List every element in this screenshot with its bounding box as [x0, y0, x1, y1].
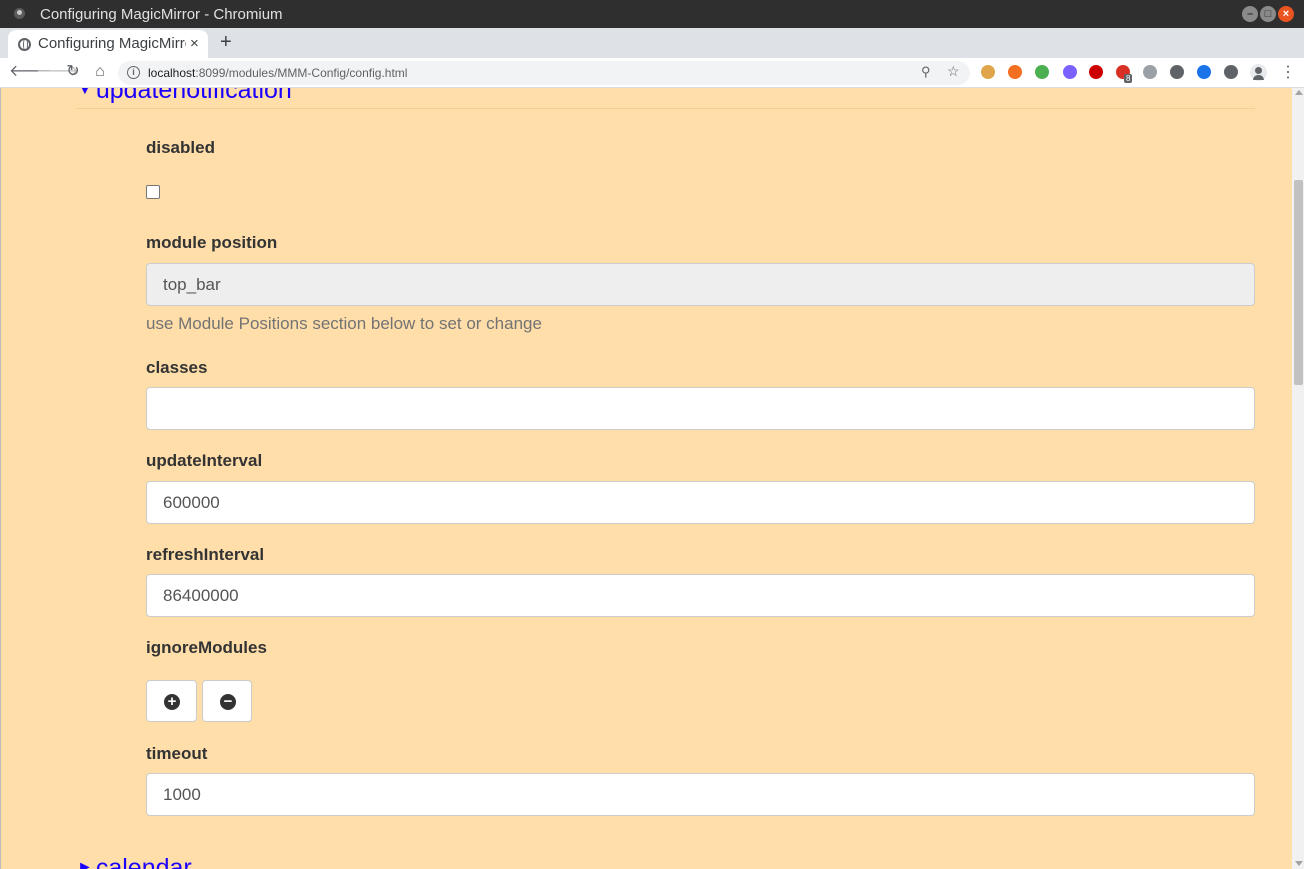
- moon-extension-icon[interactable]: [1170, 65, 1184, 79]
- browser-menu-icon[interactable]: ⋮: [1280, 62, 1296, 82]
- home-button[interactable]: ⌂: [90, 62, 110, 82]
- add-item-button[interactable]: +: [146, 680, 197, 722]
- disabled-checkbox[interactable]: [146, 185, 160, 199]
- ignore-modules-label: ignoreModules: [146, 638, 267, 657]
- classes-label: classes: [146, 358, 208, 377]
- update-interval-label: updateInterval: [146, 451, 263, 470]
- section-divider: [77, 108, 1255, 109]
- back-button[interactable]: 🡐: [9, 62, 52, 82]
- tab-close-button[interactable]: ×: [190, 35, 199, 52]
- site-info-icon[interactable]: i: [127, 66, 140, 79]
- minus-circle-icon: −: [220, 694, 236, 710]
- bookmark-star-icon[interactable]: ☆: [947, 63, 960, 80]
- page-viewport: ▼ updatenotification disabled module posi…: [0, 88, 1304, 869]
- page-scrollbar[interactable]: [1292, 88, 1304, 869]
- disabled-label: disabled: [146, 138, 215, 157]
- refresh-interval-input[interactable]: [146, 574, 1255, 617]
- classes-input[interactable]: [146, 387, 1255, 430]
- zoom-icon[interactable]: ⚲: [921, 64, 931, 80]
- app-menu-icon[interactable]: [14, 8, 25, 19]
- remove-item-button[interactable]: −: [202, 680, 252, 722]
- scrollbar-thumb[interactable]: [1294, 180, 1303, 385]
- url-text: localhost:8099/modules/MMM-Config/config…: [148, 66, 408, 80]
- chrome-extension-icon[interactable]: [1035, 65, 1049, 79]
- timeout-label: timeout: [146, 744, 208, 763]
- expanded-triangle-icon: ▼: [77, 88, 93, 98]
- puzzle-extension-icon[interactable]: [1224, 65, 1238, 79]
- module-position-field: [146, 263, 1255, 306]
- new-tab-button[interactable]: +: [220, 31, 232, 54]
- scroll-up-icon[interactable]: [1295, 90, 1303, 95]
- close-window-button[interactable]: ×: [1278, 6, 1294, 22]
- forward-button[interactable]: 🡒: [36, 62, 79, 82]
- tab-strip: Configuring MagicMirror × +: [0, 28, 1304, 58]
- browser-toolbar: 🡐 🡒 ↻ ⌂ i localhost:8099/modules/MMM-Con…: [0, 58, 1304, 88]
- cookie-extension-icon[interactable]: [981, 65, 995, 79]
- profile-avatar[interactable]: [1250, 64, 1267, 81]
- update-interval-input[interactable]: [146, 481, 1255, 524]
- module-position-help: use Module Positions section below to se…: [146, 314, 542, 333]
- section-toggle-calendar[interactable]: ► calendar: [77, 854, 192, 869]
- minimize-button[interactable]: –: [1242, 6, 1258, 22]
- reload-button[interactable]: ↻: [63, 62, 83, 82]
- window-titlebar: Configuring MagicMirror - Chromium – □ ×: [0, 0, 1304, 28]
- tab-configuring-magicmirror[interactable]: Configuring MagicMirror ×: [8, 30, 208, 58]
- scroll-down-icon[interactable]: [1295, 861, 1303, 866]
- plus-circle-icon: +: [164, 694, 180, 710]
- tab-title: Configuring MagicMirror: [38, 35, 186, 52]
- screenshot-extension-icon[interactable]: [1197, 65, 1211, 79]
- youtube-extension-icon[interactable]: [1089, 65, 1103, 79]
- refresh-interval-label: refreshInterval: [146, 545, 265, 564]
- maximize-button[interactable]: □: [1260, 6, 1276, 22]
- address-bar[interactable]: i localhost:8099/modules/MMM-Config/conf…: [118, 61, 970, 85]
- window-title: Configuring MagicMirror - Chromium: [40, 6, 283, 23]
- globe-icon: [18, 38, 31, 51]
- purple-extension-icon[interactable]: [1063, 65, 1077, 79]
- module-position-label: module position: [146, 233, 278, 252]
- extension-badge: 8: [1124, 74, 1133, 83]
- section-toggle-updatenotification[interactable]: ▼ updatenotification: [77, 88, 292, 105]
- dropbox-extension-icon[interactable]: [1143, 65, 1157, 79]
- orange-extension-icon[interactable]: [1008, 65, 1022, 79]
- collapsed-triangle-icon: ►: [77, 859, 93, 869]
- timeout-input[interactable]: [146, 773, 1255, 816]
